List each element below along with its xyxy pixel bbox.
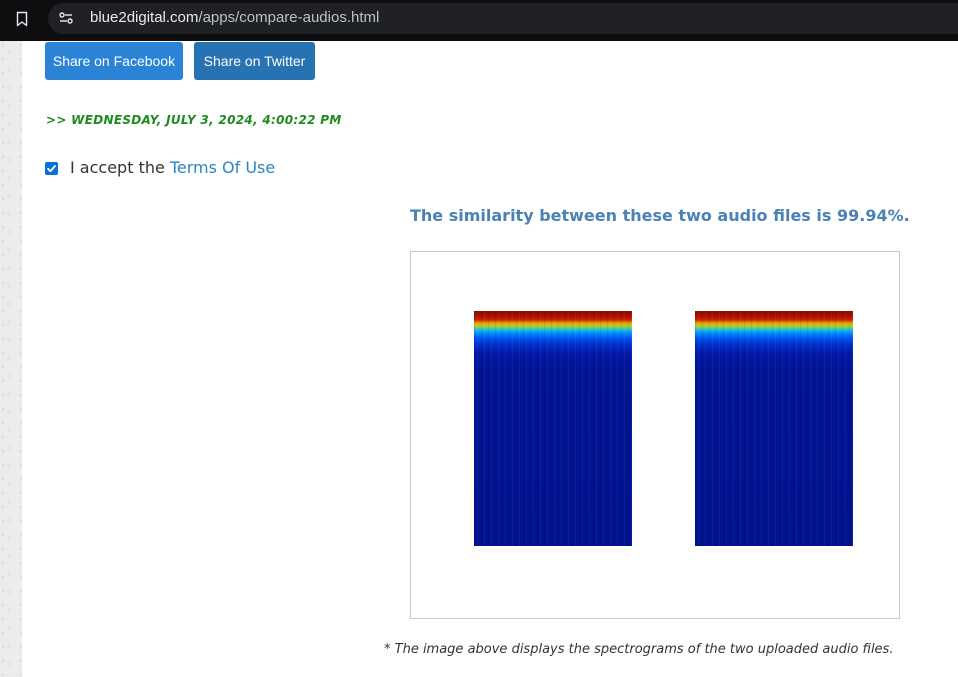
terms-accept-row: I accept the Terms Of Use	[45, 156, 275, 178]
url-host: blue2digital.com	[90, 9, 199, 26]
url-path: /apps/compare-audios.html	[198, 9, 380, 26]
bookmark-icon[interactable]	[16, 11, 28, 27]
tune-icon[interactable]	[58, 10, 74, 26]
terms-checkbox[interactable]	[45, 161, 58, 175]
spectrogram-audio-2	[695, 311, 853, 546]
check-icon	[47, 164, 56, 172]
current-datetime: >> WEDNESDAY, JULY 3, 2024, 4:00:22 PM	[46, 113, 342, 127]
similarity-result: The similarity between these two audio f…	[410, 206, 910, 225]
terms-prefix: I accept the	[70, 157, 165, 177]
share-facebook-button[interactable]: Share on Facebook	[45, 42, 183, 80]
terms-of-use-link[interactable]: Terms Of Use	[170, 158, 275, 177]
url-text[interactable]: blue2digital.com/apps/compare-audios.htm…	[90, 9, 379, 26]
spectrogram-panel	[410, 251, 900, 619]
share-twitter-button[interactable]: Share on Twitter	[194, 42, 315, 80]
spectrogram-audio-1	[474, 311, 632, 546]
browser-toolbar: blue2digital.com/apps/compare-audios.htm…	[0, 0, 958, 41]
spectrogram-caption: * The image above displays the spectrogr…	[384, 642, 894, 657]
page-side-margin	[0, 41, 22, 677]
